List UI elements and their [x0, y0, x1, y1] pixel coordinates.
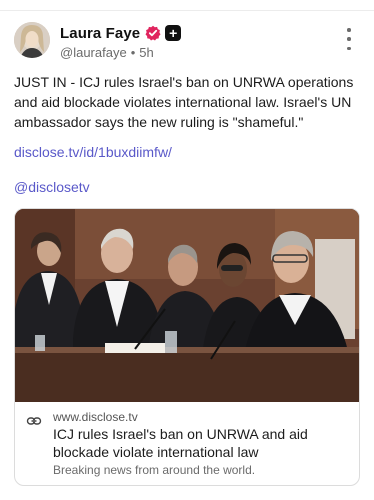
card-description: Breaking news from around the world.	[53, 463, 256, 477]
author-handle[interactable]: @laurafaye	[60, 45, 127, 60]
court-photo	[15, 209, 359, 402]
post-header: Laura Faye + @laurafaye • 5h	[14, 22, 360, 64]
card-image[interactable]	[15, 209, 359, 402]
post-link[interactable]: disclose.tv/id/1buxdiimfw/	[14, 144, 172, 160]
post-time[interactable]: 5h	[139, 45, 153, 60]
author-name[interactable]: Laura Faye	[60, 25, 140, 42]
author-line: Laura Faye +	[60, 24, 182, 42]
avatar[interactable]	[14, 22, 50, 58]
post-mention[interactable]: @disclosetv	[14, 179, 90, 195]
link-icon	[26, 413, 42, 429]
verified-badge-icon	[145, 25, 161, 41]
more-options-icon[interactable]	[342, 28, 356, 50]
link-preview-card[interactable]: www.disclose.tv ICJ rules Israel's ban o…	[14, 208, 360, 486]
post-text: JUST IN - ICJ rules Israel's ban on UNRW…	[14, 74, 354, 130]
meta-line: @laurafaye • 5h	[60, 45, 181, 60]
meta-separator: •	[130, 45, 136, 60]
card-footer: www.disclose.tv ICJ rules Israel's ban o…	[15, 403, 359, 485]
author-block: Laura Faye + @laurafaye • 5h	[60, 24, 182, 60]
card-title[interactable]: ICJ rules Israel's ban on UNRWA and aid …	[53, 425, 343, 461]
plus-badge-icon: +	[165, 25, 182, 41]
top-divider	[0, 10, 374, 11]
card-domain: www.disclose.tv	[53, 410, 138, 424]
